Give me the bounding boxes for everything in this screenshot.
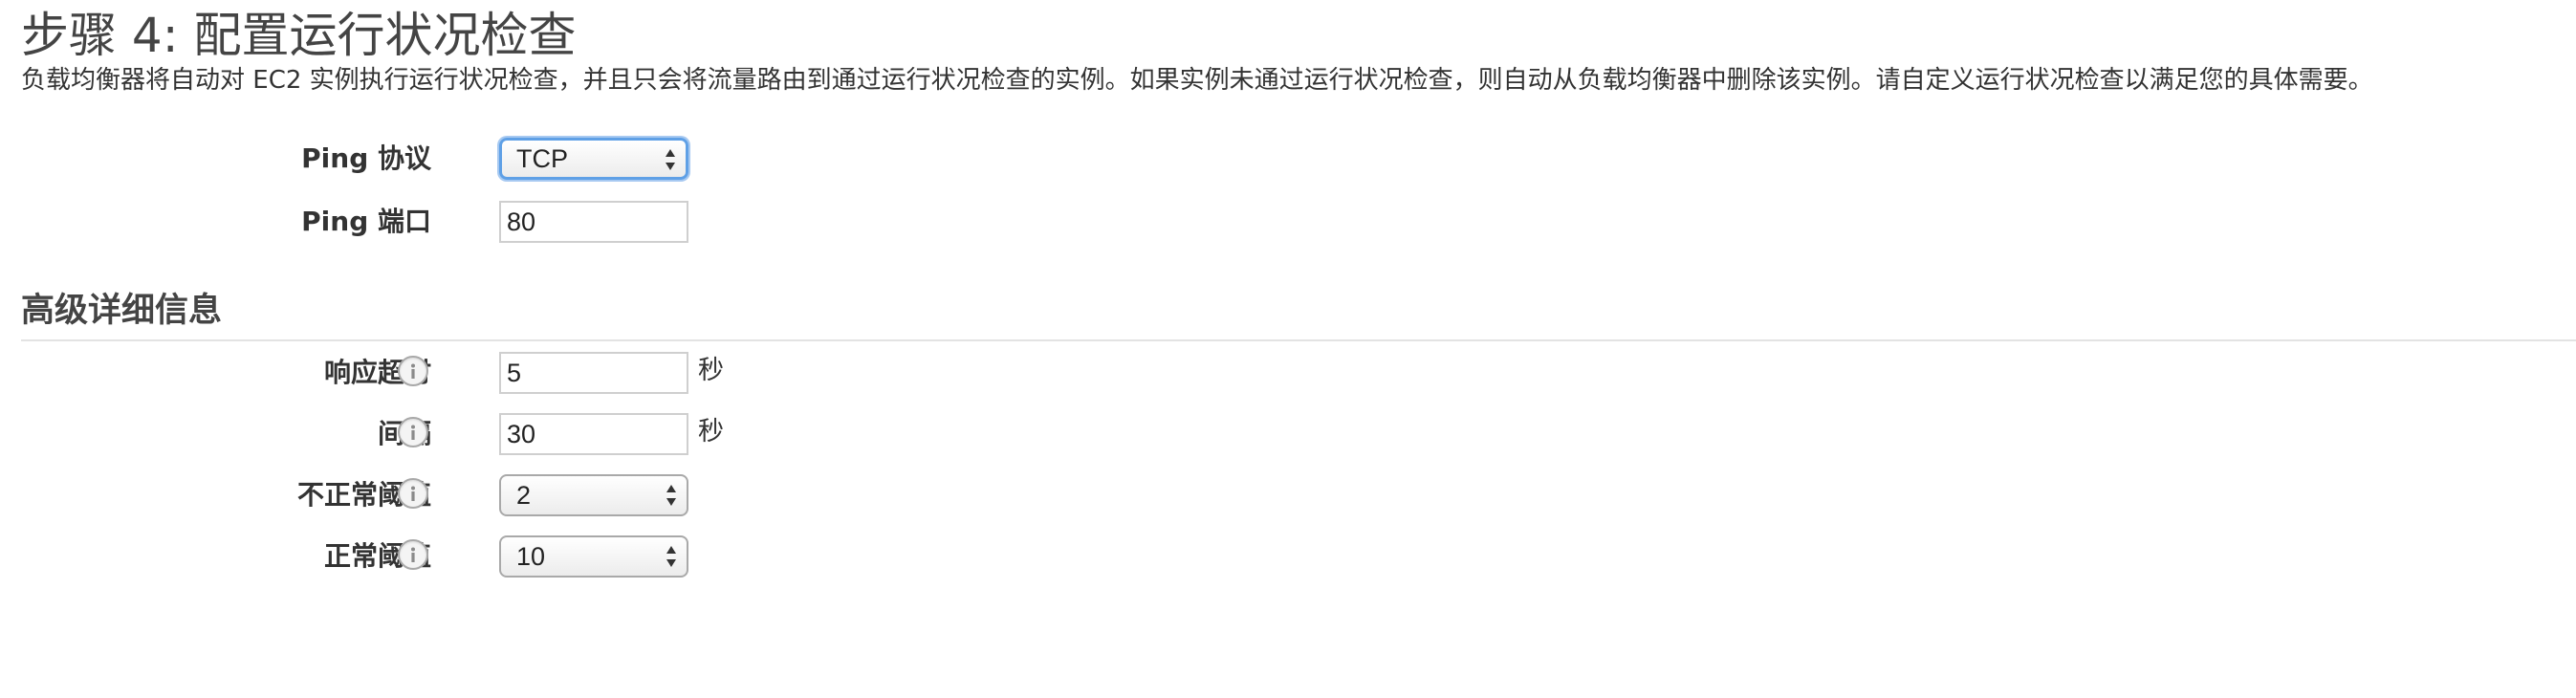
ping-protocol-select[interactable]: TCP — [499, 138, 688, 180]
unhealthy-threshold-row: 不正常阈值 2 — [0, 474, 2576, 516]
response-timeout-row: 响应超时 秒 — [0, 352, 2576, 394]
ping-protocol-row: Ping 协议 TCP — [0, 138, 2576, 180]
ping-protocol-value: TCP — [516, 144, 568, 173]
unhealthy-threshold-select[interactable]: 2 — [499, 474, 688, 516]
ping-port-label: Ping 端口 — [301, 206, 431, 237]
interval-unit: 秒 — [698, 417, 724, 447]
interval-input[interactable] — [499, 413, 688, 455]
unhealthy-threshold-value: 2 — [516, 481, 532, 510]
select-arrows-icon — [666, 149, 675, 170]
info-icon[interactable] — [398, 478, 428, 509]
response-timeout-input[interactable] — [499, 352, 688, 394]
section-divider — [21, 339, 2576, 341]
ping-port-row: Ping 端口 — [0, 201, 2576, 243]
page-description: 负载均衡器将自动对 EC2 实例执行运行状况检查，并且只会将流量路由到通过运行状… — [21, 66, 2373, 95]
advanced-details-heading: 高级详细信息 — [21, 292, 223, 330]
ping-protocol-label: Ping 协议 — [301, 142, 431, 174]
page-title: 步骤 4: 配置运行状况检查 — [21, 8, 577, 63]
healthy-threshold-row: 正常阈值 10 — [0, 535, 2576, 578]
info-icon[interactable] — [398, 539, 428, 570]
health-check-page: 步骤 4: 配置运行状况检查 负载均衡器将自动对 EC2 实例执行运行状况检查，… — [0, 0, 2576, 698]
ping-port-input[interactable] — [499, 201, 688, 243]
select-arrows-icon — [666, 485, 676, 506]
response-timeout-unit: 秒 — [698, 356, 724, 385]
interval-row: 间隔 秒 — [0, 413, 2576, 455]
healthy-threshold-value: 10 — [516, 542, 546, 571]
select-arrows-icon — [666, 546, 676, 567]
info-icon[interactable] — [398, 417, 428, 447]
info-icon[interactable] — [398, 356, 428, 386]
healthy-threshold-select[interactable]: 10 — [499, 535, 688, 578]
